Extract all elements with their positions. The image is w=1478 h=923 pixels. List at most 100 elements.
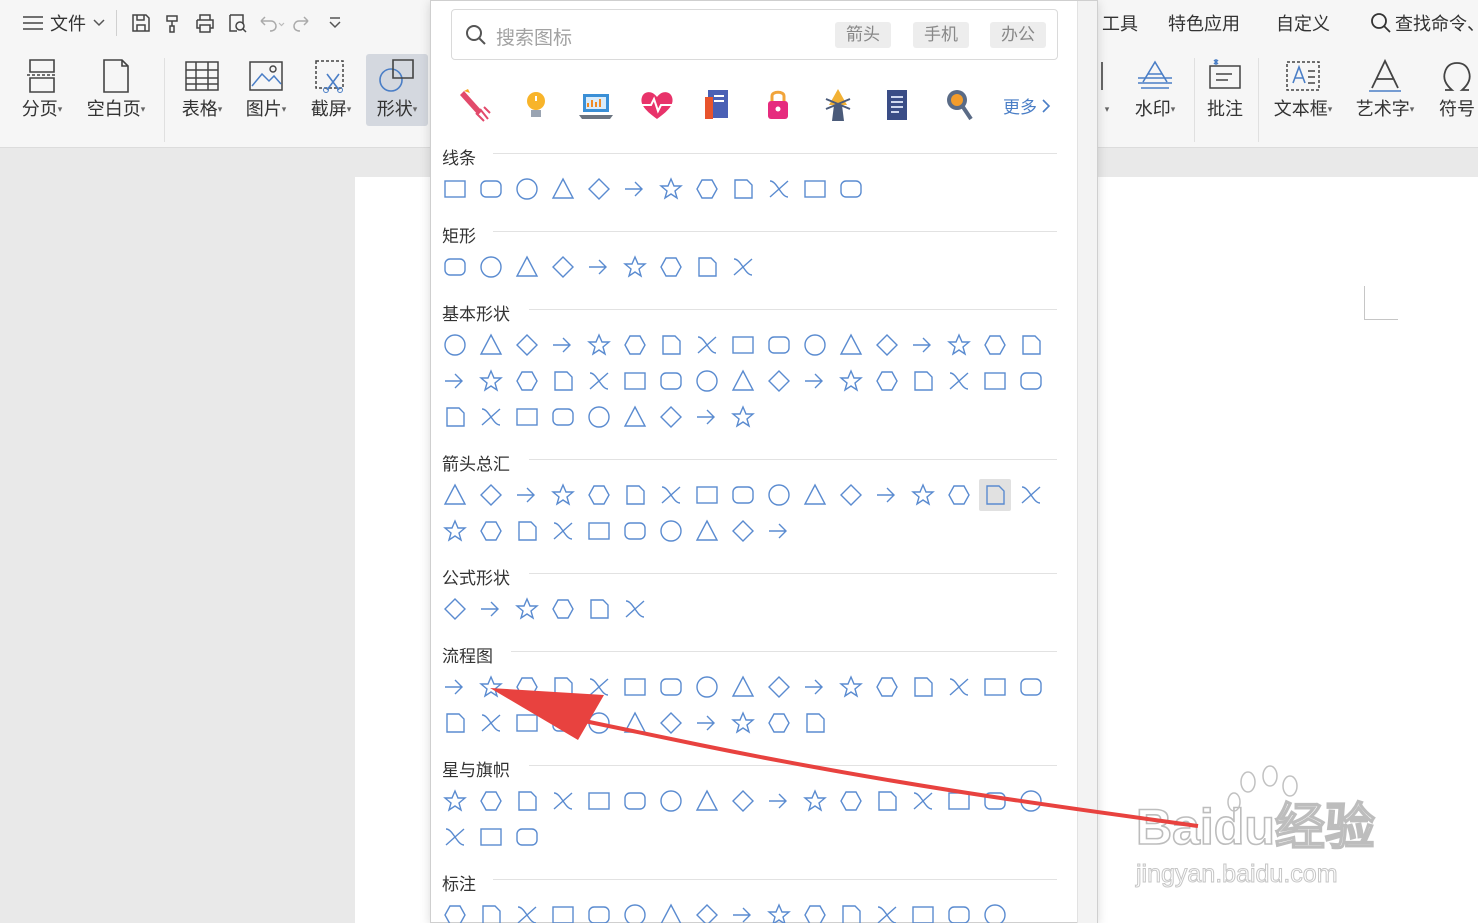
ribbon-page-break-button[interactable]: 分页▾ bbox=[14, 54, 70, 126]
icon-search-box[interactable]: 搜索图标 箭头 手机 办公 bbox=[451, 9, 1058, 60]
shape-item[interactable] bbox=[547, 365, 579, 397]
search-tag-phone[interactable]: 手机 bbox=[913, 22, 969, 48]
shape-item[interactable] bbox=[619, 515, 651, 547]
shape-item[interactable] bbox=[439, 899, 471, 923]
shape-item[interactable] bbox=[547, 707, 579, 739]
menu-tab-tools[interactable]: 工具 bbox=[1102, 10, 1138, 36]
shape-item[interactable] bbox=[979, 899, 1011, 923]
shape-item[interactable] bbox=[439, 479, 471, 511]
shape-item[interactable] bbox=[871, 479, 903, 511]
lightbulb-icon[interactable] bbox=[518, 83, 554, 127]
shape-item[interactable] bbox=[655, 329, 687, 361]
shape-item[interactable] bbox=[691, 671, 723, 703]
file-menu-button[interactable]: 文件 bbox=[22, 8, 106, 38]
format-painter-button[interactable] bbox=[159, 8, 187, 38]
shape-item[interactable] bbox=[943, 671, 975, 703]
ribbon-watermark-button[interactable]: 水印▾ bbox=[1128, 54, 1182, 126]
ribbon-wordart-button[interactable]: 艺术字▾ bbox=[1350, 54, 1420, 126]
menu-tab-special-apps[interactable]: 特色应用 bbox=[1168, 10, 1240, 36]
shape-item[interactable] bbox=[583, 707, 615, 739]
shape-item[interactable] bbox=[439, 251, 471, 283]
shape-item[interactable] bbox=[763, 707, 795, 739]
shape-item[interactable] bbox=[691, 173, 723, 205]
shape-item[interactable] bbox=[979, 479, 1011, 511]
shape-item[interactable] bbox=[727, 401, 759, 433]
shape-item[interactable] bbox=[511, 671, 543, 703]
shape-item[interactable] bbox=[547, 251, 579, 283]
search-tag-arrow[interactable]: 箭头 bbox=[835, 22, 891, 48]
document-icon[interactable] bbox=[879, 83, 915, 127]
shape-item[interactable] bbox=[727, 173, 759, 205]
shape-item[interactable] bbox=[727, 365, 759, 397]
shape-item[interactable] bbox=[727, 707, 759, 739]
shape-item[interactable] bbox=[511, 593, 543, 625]
shape-item[interactable] bbox=[511, 401, 543, 433]
shape-item[interactable] bbox=[763, 173, 795, 205]
shape-item[interactable] bbox=[619, 671, 651, 703]
shape-item[interactable] bbox=[475, 251, 507, 283]
shape-item[interactable] bbox=[547, 479, 579, 511]
shape-item[interactable] bbox=[727, 671, 759, 703]
shape-item[interactable] bbox=[835, 785, 867, 817]
ribbon-textbox-button[interactable]: 文本框▾ bbox=[1268, 54, 1338, 126]
shape-item[interactable] bbox=[1015, 329, 1047, 361]
ribbon-partial-button[interactable]: ▾ bbox=[1100, 54, 1114, 126]
shape-item[interactable] bbox=[907, 785, 939, 817]
shape-item[interactable] bbox=[799, 899, 831, 923]
shape-item[interactable] bbox=[439, 821, 471, 853]
ribbon-comment-button[interactable]: 批注 bbox=[1202, 54, 1248, 126]
menu-tab-custom[interactable]: 自定义 bbox=[1276, 10, 1330, 36]
shape-item[interactable] bbox=[763, 515, 795, 547]
shape-item[interactable] bbox=[547, 899, 579, 923]
shape-item[interactable] bbox=[655, 401, 687, 433]
shape-item[interactable] bbox=[583, 365, 615, 397]
shape-item[interactable] bbox=[619, 251, 651, 283]
shape-item[interactable] bbox=[475, 899, 507, 923]
more-icons-link[interactable]: 更多 bbox=[1003, 93, 1051, 118]
search-command-button[interactable]: 查找命令、 bbox=[1370, 10, 1478, 36]
shape-item[interactable] bbox=[583, 173, 615, 205]
shape-item[interactable] bbox=[979, 365, 1011, 397]
shape-item[interactable] bbox=[943, 479, 975, 511]
shape-item[interactable] bbox=[655, 707, 687, 739]
shape-item[interactable] bbox=[943, 899, 975, 923]
shape-item[interactable] bbox=[691, 899, 723, 923]
shape-item[interactable] bbox=[799, 329, 831, 361]
shape-item[interactable] bbox=[511, 479, 543, 511]
shape-item[interactable] bbox=[547, 785, 579, 817]
shape-item[interactable] bbox=[439, 593, 471, 625]
shape-item[interactable] bbox=[619, 899, 651, 923]
shape-item[interactable] bbox=[763, 785, 795, 817]
shape-item[interactable] bbox=[583, 401, 615, 433]
shape-item[interactable] bbox=[691, 515, 723, 547]
shape-item[interactable] bbox=[1015, 785, 1047, 817]
heartbeat-icon[interactable] bbox=[639, 83, 675, 127]
shape-item[interactable] bbox=[799, 671, 831, 703]
shape-item[interactable] bbox=[655, 479, 687, 511]
shape-item[interactable] bbox=[583, 899, 615, 923]
shape-item[interactable] bbox=[763, 329, 795, 361]
shape-item[interactable] bbox=[727, 329, 759, 361]
shape-item[interactable] bbox=[511, 515, 543, 547]
shape-item[interactable] bbox=[439, 329, 471, 361]
shape-item[interactable] bbox=[619, 785, 651, 817]
print-button[interactable] bbox=[191, 8, 219, 38]
shape-item[interactable] bbox=[1015, 479, 1047, 511]
shape-item[interactable] bbox=[763, 479, 795, 511]
shape-item[interactable] bbox=[439, 173, 471, 205]
shape-item[interactable] bbox=[871, 671, 903, 703]
shape-item[interactable] bbox=[799, 365, 831, 397]
shape-item[interactable] bbox=[835, 479, 867, 511]
ribbon-symbol-button[interactable]: 符号 bbox=[1436, 54, 1478, 126]
shape-item[interactable] bbox=[763, 899, 795, 923]
shape-item[interactable] bbox=[655, 365, 687, 397]
shape-item[interactable] bbox=[547, 671, 579, 703]
shape-item[interactable] bbox=[835, 365, 867, 397]
shape-item[interactable] bbox=[727, 899, 759, 923]
shape-item[interactable] bbox=[655, 899, 687, 923]
shape-item[interactable] bbox=[619, 365, 651, 397]
shape-item[interactable] bbox=[691, 479, 723, 511]
shape-item[interactable] bbox=[655, 785, 687, 817]
shape-item[interactable] bbox=[835, 173, 867, 205]
shape-item[interactable] bbox=[943, 329, 975, 361]
